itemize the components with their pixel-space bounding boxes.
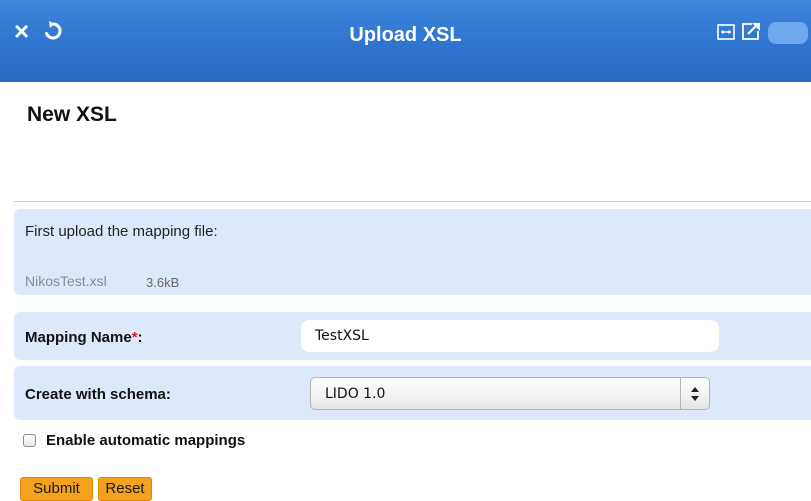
upload-label: First upload the mapping file: bbox=[25, 223, 218, 240]
share-icon[interactable] bbox=[741, 22, 761, 40]
mapping-name-label-text: Mapping Name bbox=[25, 329, 132, 346]
auto-mappings-label: Enable automatic mappings bbox=[46, 432, 246, 449]
schema-select-value: LIDO 1.0 bbox=[325, 386, 386, 402]
window-title: Upload XSL bbox=[349, 24, 462, 46]
mapping-name-label: Mapping Name*: bbox=[25, 329, 143, 346]
mapping-name-input[interactable] bbox=[301, 320, 719, 352]
schema-row: Create with schema: LIDO 1.0 bbox=[14, 366, 811, 420]
expand-icon[interactable] bbox=[717, 24, 735, 40]
uploaded-file-size: 3.6kB bbox=[146, 275, 180, 290]
mapping-name-row: Mapping Name*: bbox=[14, 312, 811, 360]
updown-arrows-icon bbox=[689, 384, 701, 404]
page-title: New XSL bbox=[27, 103, 117, 126]
uploaded-file-name[interactable]: NikosTest.xsl bbox=[25, 273, 107, 289]
mapping-name-label-colon: : bbox=[137, 329, 143, 346]
schema-select[interactable]: LIDO 1.0 bbox=[310, 377, 710, 410]
submit-button[interactable]: Submit bbox=[20, 477, 93, 501]
schema-label: Create with schema: bbox=[25, 386, 171, 403]
upload-section: First upload the mapping file: NikosTest… bbox=[14, 209, 811, 295]
auto-mappings-checkbox[interactable] bbox=[23, 434, 36, 447]
title-bar: × Upload XSL bbox=[0, 0, 811, 82]
divider bbox=[14, 201, 811, 202]
panel-tab[interactable] bbox=[768, 22, 808, 44]
select-separator bbox=[680, 378, 681, 409]
reset-button[interactable]: Reset bbox=[98, 477, 152, 501]
